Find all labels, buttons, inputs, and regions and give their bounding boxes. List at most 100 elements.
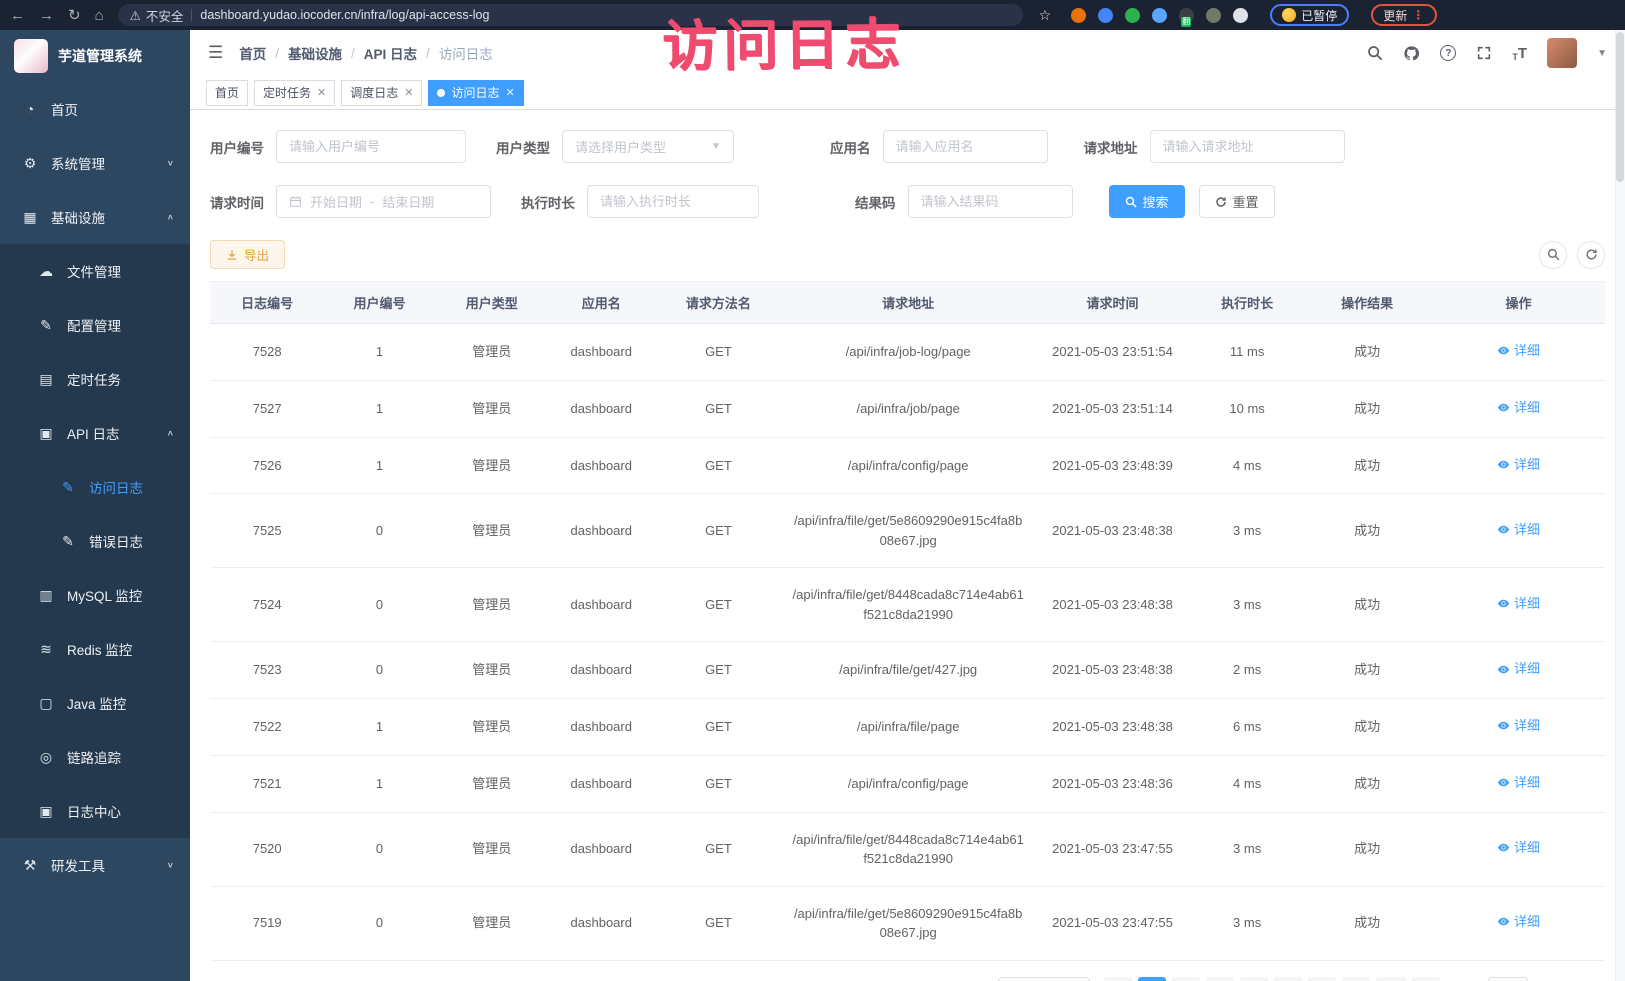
cell-actions: 详细 <box>1432 380 1605 437</box>
page-button[interactable]: 753 <box>1376 977 1406 981</box>
extension-translate-icon[interactable]: 翻 <box>1179 8 1194 23</box>
scrollbar-thumb[interactable] <box>1616 32 1624 182</box>
reload-icon[interactable]: ↻ <box>68 8 81 23</box>
detail-link[interactable]: 详细 <box>1497 341 1540 361</box>
user-type-select[interactable]: 请选择用户类型▼ <box>562 130 734 163</box>
font-size-icon[interactable]: TT <box>1512 45 1527 62</box>
access-log-icon: ✎ <box>60 479 76 496</box>
page-size-select[interactable]: 10条/页▼ <box>998 977 1090 981</box>
page-button[interactable]: 2 <box>1172 977 1200 981</box>
detail-link[interactable]: 详细 <box>1497 659 1540 679</box>
sidebar-item-log-center[interactable]: ▣ 日志中心 <box>0 784 190 838</box>
sidebar-item-redis-monitor[interactable]: ≋ Redis 监控 <box>0 622 190 676</box>
extension-gray-icon[interactable] <box>1206 8 1221 23</box>
cell-app: dashboard <box>549 886 654 960</box>
close-icon[interactable]: ✕ <box>317 86 326 99</box>
sidebar-item-access-log[interactable]: ✎ 访问日志 <box>0 460 190 514</box>
page-button[interactable]: 3 <box>1206 977 1234 981</box>
close-icon[interactable]: ✕ <box>506 86 515 99</box>
detail-link[interactable]: 详细 <box>1497 912 1540 932</box>
extension-orange-circle-icon[interactable] <box>1071 8 1086 23</box>
detail-link[interactable]: 详细 <box>1497 455 1540 475</box>
close-icon[interactable]: ✕ <box>404 86 413 99</box>
sidebar-item-file-manage[interactable]: ☁ 文件管理 <box>0 244 190 298</box>
home-icon[interactable]: ⌂ <box>95 8 104 23</box>
reset-button[interactable]: 重置 <box>1199 185 1275 218</box>
github-icon[interactable] <box>1403 45 1420 62</box>
export-button[interactable]: 导出 <box>210 240 285 269</box>
collapse-menu-icon[interactable]: ☰ <box>208 43 223 63</box>
breadcrumb-api-log[interactable]: API 日志 <box>364 43 417 63</box>
sidebar-item-home[interactable]: ◔ 首页 <box>0 82 190 136</box>
detail-link[interactable]: 详细 <box>1497 716 1540 736</box>
user-id-field[interactable] <box>276 130 466 163</box>
app-name-field[interactable] <box>883 130 1048 163</box>
toggle-search-button[interactable] <box>1539 241 1567 269</box>
user-avatar[interactable] <box>1547 38 1577 68</box>
sidebar-item-config-manage[interactable]: ✎ 配置管理 <box>0 298 190 352</box>
log-table-body: 75281管理员dashboardGET/api/infra/job-log/p… <box>210 324 1605 961</box>
cell-url: /api/infra/config/page <box>783 437 1033 494</box>
detail-link[interactable]: 详细 <box>1497 520 1540 540</box>
fullscreen-icon[interactable] <box>1476 45 1492 61</box>
extension-colorful-icon[interactable] <box>1152 8 1167 23</box>
detail-link[interactable]: 详细 <box>1497 838 1540 858</box>
detail-link[interactable]: 详细 <box>1497 773 1540 793</box>
sidebar-item-cron-job[interactable]: ▤ 定时任务 <box>0 352 190 406</box>
sidebar-item-dev-tools[interactable]: ⚒ 研发工具 ∨ <box>0 838 190 892</box>
paused-badge[interactable]: 已暂停 <box>1270 4 1349 26</box>
refresh-button[interactable] <box>1577 241 1605 269</box>
next-page-button[interactable]: › <box>1412 977 1440 981</box>
extension-puzzle-icon[interactable] <box>1233 8 1248 23</box>
address-bar[interactable]: ⚠不安全 dashboard.yudao.iocoder.cn/infra/lo… <box>118 4 1023 26</box>
error-log-icon: ✎ <box>60 533 76 550</box>
detail-link[interactable]: 详细 <box>1497 594 1540 614</box>
extension-blue-shield-icon[interactable] <box>1098 8 1113 23</box>
cell-user-id: 0 <box>324 568 434 642</box>
cell-time: 2021-05-03 23:48:36 <box>1033 755 1192 812</box>
prev-page-button[interactable]: ‹ <box>1104 977 1132 981</box>
tab-home[interactable]: 首页 <box>206 80 248 106</box>
sidebar-item-java-monitor[interactable]: ▢ Java 监控 <box>0 676 190 730</box>
page-button[interactable]: 5 <box>1274 977 1302 981</box>
cell-time: 2021-05-03 23:47:55 <box>1033 886 1192 960</box>
detail-link[interactable]: 详细 <box>1497 398 1540 418</box>
page-button[interactable]: 1 <box>1138 977 1166 981</box>
bookmark-star-icon[interactable]: ☆ <box>1039 7 1052 24</box>
sidebar-item-mysql-monitor[interactable]: ▥ MySQL 监控 <box>0 568 190 622</box>
tab-schedule-log[interactable]: 调度日志✕ <box>341 80 422 106</box>
forward-icon[interactable]: → <box>39 8 54 23</box>
goto-page-input[interactable] <box>1488 977 1528 981</box>
scrollbar[interactable] <box>1615 30 1625 981</box>
update-button[interactable]: 更新 ⋮ <box>1371 4 1437 26</box>
security-warning[interactable]: ⚠不安全 <box>130 6 184 25</box>
breadcrumb-home[interactable]: 首页 <box>239 43 266 63</box>
help-icon[interactable]: ? <box>1440 45 1456 61</box>
menu-dots-icon[interactable]: ⋮ <box>1412 8 1425 22</box>
sidebar-item-trace[interactable]: ◎ 链路追踪 <box>0 730 190 784</box>
search-icon[interactable] <box>1367 45 1383 61</box>
sidebar-item-api-log[interactable]: ▣ API 日志 ∧ <box>0 406 190 460</box>
tab-cron-job[interactable]: 定时任务✕ <box>254 80 335 106</box>
request-time-range-picker[interactable]: 开始日期 - 结束日期 <box>276 185 491 218</box>
cell-user-id: 0 <box>324 642 434 699</box>
column-header: 应用名 <box>549 282 654 324</box>
sidebar-item-infra[interactable]: ▦ 基础设施 ∧ <box>0 190 190 244</box>
more-pages-button[interactable]: ••• <box>1342 977 1370 981</box>
tab-access-log[interactable]: 访问日志✕ <box>428 80 523 106</box>
breadcrumb-infra[interactable]: 基础设施 <box>288 43 342 63</box>
page-button[interactable]: 4 <box>1240 977 1268 981</box>
cell-user-type: 管理员 <box>435 437 549 494</box>
sidebar-item-system[interactable]: ⚙ 系统管理 ∨ <box>0 136 190 190</box>
page-button[interactable]: 6 <box>1308 977 1336 981</box>
search-button[interactable]: 搜索 <box>1109 185 1185 218</box>
request-url-field[interactable] <box>1150 130 1345 163</box>
duration-field[interactable] <box>587 185 759 218</box>
result-code-field[interactable] <box>908 185 1073 218</box>
back-icon[interactable]: ← <box>10 8 25 23</box>
chevron-down-icon[interactable]: ▼ <box>1597 48 1607 59</box>
extension-green-check-icon[interactable] <box>1125 8 1140 23</box>
logo-row[interactable]: 芋道管理系统 <box>0 30 190 82</box>
cell-user-id: 1 <box>324 437 434 494</box>
sidebar-item-error-log[interactable]: ✎ 错误日志 <box>0 514 190 568</box>
